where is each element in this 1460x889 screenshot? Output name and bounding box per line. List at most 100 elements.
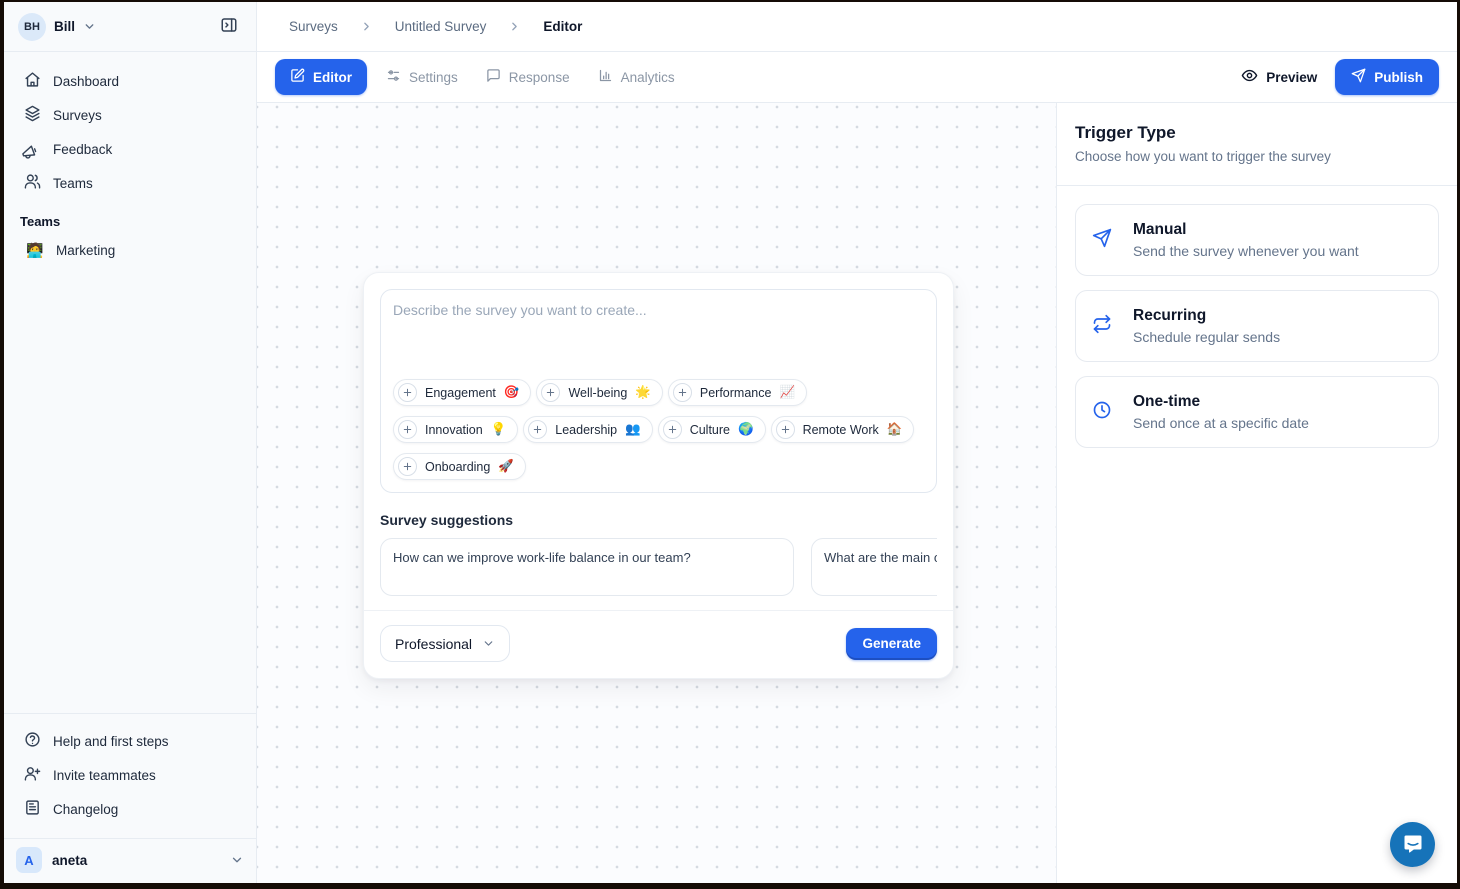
trigger-option-manual[interactable]: Manual Send the survey whenever you want [1075, 204, 1439, 276]
sliders-icon [386, 68, 401, 86]
sidebar-item-label: Dashboard [53, 74, 119, 89]
suggestion-card[interactable]: What are the main ob [811, 538, 937, 596]
sidebar-item-invite[interactable]: Invite teammates [14, 758, 246, 792]
breadcrumb-untitled-survey[interactable]: Untitled Survey [395, 19, 487, 34]
topic-chip-row: Engagement 🎯 Well-being 🌟 Performance [393, 379, 924, 406]
rocket-emoji-icon: 🚀 [498, 459, 514, 474]
tab-label: Response [509, 70, 570, 85]
sidebar-item-marketing[interactable]: 🧑‍💻 Marketing [14, 233, 246, 267]
sidebar-item-label: Surveys [53, 108, 102, 123]
account-avatar: A [16, 847, 42, 873]
people-emoji-icon: 👥 [625, 422, 641, 437]
survey-description-input[interactable] [393, 302, 924, 364]
sidebar-item-feedback[interactable]: Feedback [14, 132, 246, 166]
tab-label: Analytics [621, 70, 675, 85]
publish-label: Publish [1374, 70, 1423, 85]
topic-chip-engagement[interactable]: Engagement 🎯 [393, 379, 531, 406]
option-title: Manual [1133, 221, 1359, 239]
eye-icon [1241, 67, 1258, 87]
topic-chip-row: Innovation 💡 Leadership 👥 Culture [393, 416, 924, 443]
breadcrumb-editor: Editor [543, 19, 582, 34]
users-icon [24, 173, 41, 193]
chevron-down-icon [83, 20, 96, 33]
send-icon [1092, 228, 1112, 259]
chevron-right-icon [508, 20, 521, 33]
megaphone-icon [24, 139, 41, 159]
trigger-options: Manual Send the survey whenever you want… [1057, 186, 1457, 466]
preview-button[interactable]: Preview [1241, 67, 1317, 87]
sidebar: BH Bill Dashboard [4, 2, 257, 883]
chat-launcher-button[interactable] [1390, 822, 1435, 867]
tab-analytics[interactable]: Analytics [589, 59, 684, 95]
sidebar-item-label: Feedback [53, 142, 112, 157]
send-icon [1351, 68, 1366, 86]
generate-button[interactable]: Generate [846, 628, 937, 660]
breadcrumb-surveys[interactable]: Surveys [289, 19, 338, 34]
chevron-down-icon [230, 853, 244, 867]
account-menu[interactable]: A aneta [4, 838, 256, 883]
plus-icon [776, 420, 795, 439]
tab-label: Editor [313, 70, 352, 85]
bulb-emoji-icon: 💡 [491, 422, 507, 437]
clock-icon [1092, 400, 1112, 431]
workspace-switcher[interactable]: BH Bill [4, 2, 256, 52]
repeat-icon [1092, 314, 1112, 345]
trigger-type-panel: Trigger Type Choose how you want to trig… [1056, 103, 1457, 883]
topic-chip-innovation[interactable]: Innovation 💡 [393, 416, 518, 443]
changelog-icon [24, 799, 41, 819]
house-emoji-icon: 🏠 [887, 422, 903, 437]
topic-chip-culture[interactable]: Culture 🌍 [658, 416, 766, 443]
suggestions-row: How can we improve work-life balance in … [380, 538, 937, 596]
sidebar-collapse-button[interactable] [214, 12, 244, 42]
sidebar-item-label: Invite teammates [53, 768, 156, 783]
publish-button[interactable]: Publish [1335, 59, 1439, 95]
tone-select[interactable]: Professional [380, 625, 510, 662]
tab-settings[interactable]: Settings [377, 59, 467, 95]
user-plus-icon [24, 765, 41, 785]
plus-icon [398, 383, 417, 402]
sidebar-item-help[interactable]: Help and first steps [14, 724, 246, 758]
topic-chip-well-being[interactable]: Well-being 🌟 [536, 379, 662, 406]
sidebar-item-changelog[interactable]: Changelog [14, 792, 246, 826]
topic-chip-performance[interactable]: Performance 📈 [668, 379, 807, 406]
composer-footer: Professional Generate [380, 611, 937, 662]
tone-value: Professional [395, 636, 472, 652]
plus-icon [541, 383, 560, 402]
trigger-option-one-time[interactable]: One-time Send once at a specific date [1075, 376, 1439, 448]
account-name: aneta [52, 853, 87, 868]
tab-response[interactable]: Response [477, 59, 579, 95]
teams-section-label: Teams [4, 200, 256, 233]
sidebar-item-surveys[interactable]: Surveys [14, 98, 246, 132]
plus-icon [398, 457, 417, 476]
bar-chart-icon [598, 68, 613, 86]
editor-canvas[interactable]: Engagement 🎯 Well-being 🌟 Performance [257, 103, 1056, 883]
sidebar-item-label: Changelog [53, 802, 118, 817]
chat-bubble-icon [486, 68, 501, 86]
preview-label: Preview [1266, 70, 1317, 85]
topic-chip-leadership[interactable]: Leadership 👥 [523, 416, 652, 443]
globe-emoji-icon: 🌍 [738, 422, 754, 437]
option-title: Recurring [1133, 307, 1280, 325]
option-description: Schedule regular sends [1133, 329, 1280, 345]
plus-icon [398, 420, 417, 439]
star-emoji-icon: 🌟 [635, 385, 651, 400]
sidebar-item-teams[interactable]: Teams [14, 166, 246, 200]
sidebar-item-dashboard[interactable]: Dashboard [14, 64, 246, 98]
suggestions-title: Survey suggestions [380, 512, 937, 528]
option-description: Send once at a specific date [1133, 415, 1309, 431]
help-circle-icon [24, 731, 41, 751]
chevron-right-icon [360, 20, 373, 33]
prompt-box: Engagement 🎯 Well-being 🌟 Performance [380, 289, 937, 493]
trigger-option-recurring[interactable]: Recurring Schedule regular sends [1075, 290, 1439, 362]
target-emoji-icon: 🎯 [504, 385, 520, 400]
sidebar-footer: Help and first steps Invite teammates Ch… [4, 713, 256, 832]
sidebar-item-label: Teams [53, 176, 93, 191]
editor-tabs: Editor Settings Response [275, 59, 684, 95]
topic-chip-onboarding[interactable]: Onboarding 🚀 [393, 453, 526, 480]
topic-chip-remote-work[interactable]: Remote Work 🏠 [771, 416, 915, 443]
suggestion-card[interactable]: How can we improve work-life balance in … [380, 538, 794, 596]
tab-editor[interactable]: Editor [275, 59, 367, 95]
workspace-avatar: BH [18, 13, 46, 41]
chevron-down-icon [482, 637, 495, 650]
plus-icon [663, 420, 682, 439]
